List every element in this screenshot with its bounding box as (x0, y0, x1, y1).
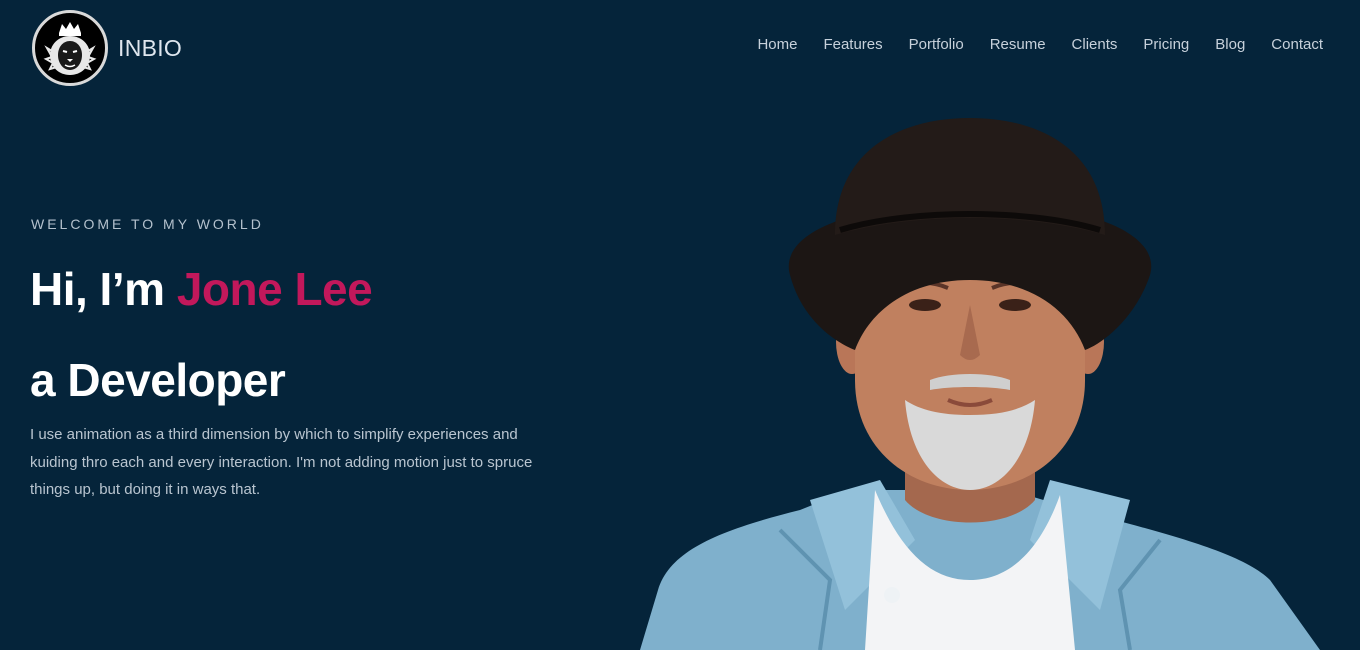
nav-pricing[interactable]: Pricing (1143, 36, 1189, 53)
hero-greeting: Hi, I’m (30, 263, 177, 315)
brand-name: INBIO (118, 34, 183, 61)
hero-description: I use animation as a third dimension by … (30, 426, 533, 498)
main-nav: Home Features Portfolio Resume Clients P… (757, 36, 1323, 53)
hero-role: a Developer (30, 354, 286, 406)
hero-eyebrow: WELCOME TO MY WORLD (31, 216, 264, 232)
site-header: INBIO Home Features Portfolio Resume Cli… (0, 0, 1360, 96)
logo-link[interactable]: INBIO (32, 10, 182, 86)
nav-features[interactable]: Features (823, 36, 882, 53)
hero-portrait (640, 118, 1320, 650)
lion-crest-icon (32, 10, 108, 86)
nav-resume[interactable]: Resume (990, 36, 1046, 53)
hero-name: Jone Lee (176, 263, 373, 315)
nav-home[interactable]: Home (757, 36, 797, 53)
nav-portfolio[interactable]: Portfolio (909, 36, 964, 53)
nav-contact[interactable]: Contact (1271, 36, 1323, 53)
nav-blog[interactable]: Blog (1215, 36, 1245, 53)
hero-headline: Hi, I’m Jone Lee (30, 262, 373, 316)
nav-clients[interactable]: Clients (1072, 36, 1118, 53)
page: INBIO Home Features Portfolio Resume Cli… (0, 0, 1360, 650)
